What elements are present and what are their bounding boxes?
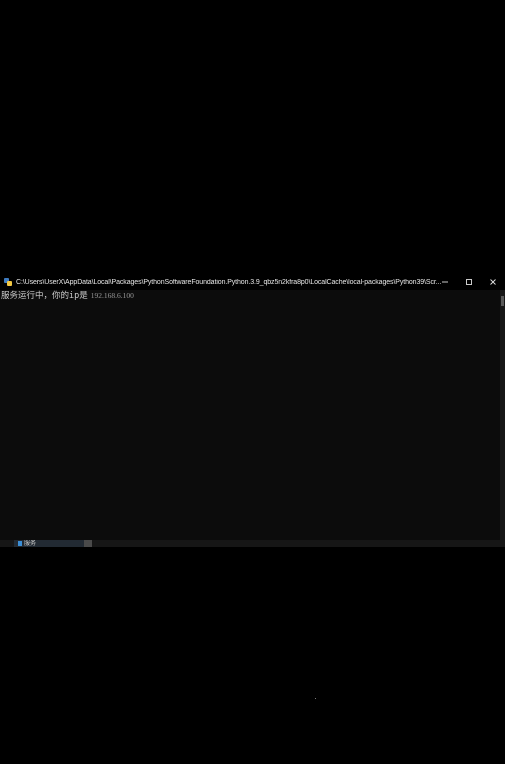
maximize-icon bbox=[466, 279, 472, 285]
taskbar-item-label: 服务 bbox=[24, 540, 37, 547]
scrollbar-thumb[interactable] bbox=[501, 296, 504, 306]
maximize-button[interactable] bbox=[457, 274, 481, 290]
close-icon bbox=[490, 279, 496, 285]
cursor-dot bbox=[315, 698, 316, 699]
console-output-line: 服务运行中，你的ip是 192.168.6.100 bbox=[1, 290, 134, 302]
taskbar-scroll-handle[interactable] bbox=[84, 540, 92, 547]
console-window[interactable]: C:\Users\UserX\AppData\Local\Packages\Py… bbox=[0, 274, 505, 546]
desktop-background: C:\Users\UserX\AppData\Local\Packages\Py… bbox=[0, 0, 505, 764]
minimize-button[interactable] bbox=[433, 274, 457, 290]
ip-address-text: 192.168.6.100 bbox=[90, 291, 134, 300]
taskbar-item[interactable]: 服务 bbox=[14, 540, 84, 547]
minimize-icon bbox=[442, 281, 448, 283]
title-bar[interactable]: C:\Users\UserX\AppData\Local\Packages\Py… bbox=[0, 274, 505, 290]
python-icon bbox=[4, 278, 12, 286]
console-output-area[interactable]: 服务运行中，你的ip是 192.168.6.100 bbox=[0, 290, 500, 540]
window-controls bbox=[433, 274, 505, 290]
terminal-icon bbox=[18, 541, 22, 546]
vertical-scrollbar[interactable] bbox=[500, 290, 505, 540]
window-title: C:\Users\UserX\AppData\Local\Packages\Py… bbox=[16, 278, 442, 286]
close-button[interactable] bbox=[481, 274, 505, 290]
status-text: 服务运行中，你的ip是 bbox=[1, 291, 88, 301]
taskbar-strip: 服务 bbox=[0, 540, 505, 547]
